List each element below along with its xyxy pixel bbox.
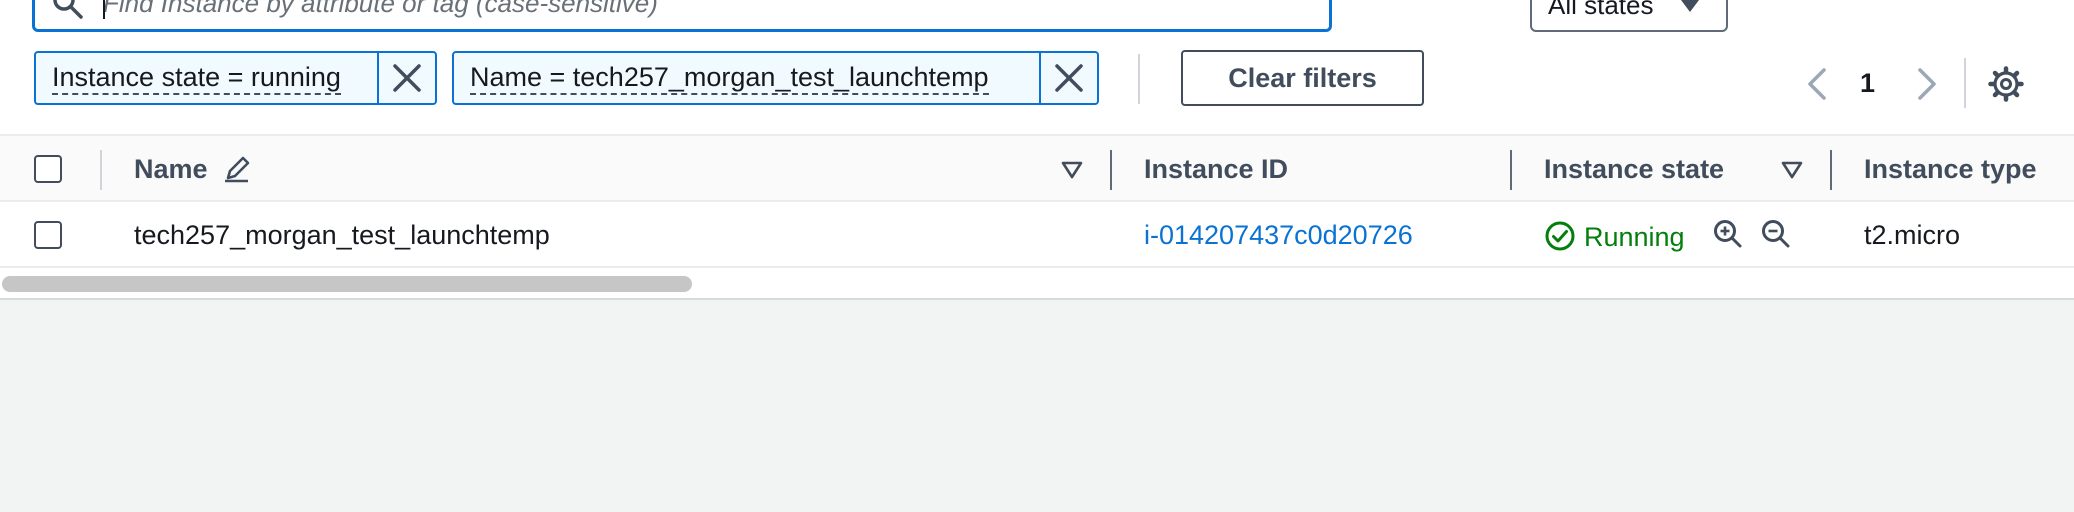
instance-name: tech257_morgan_test_launchtemp: [134, 220, 550, 250]
horizontal-scrollbar[interactable]: [0, 274, 2074, 294]
remove-filter-button[interactable]: [1039, 53, 1097, 103]
search-bar[interactable]: [32, 0, 1332, 32]
zoom-in-icon[interactable]: [1712, 218, 1744, 250]
column-separator[interactable]: [1830, 150, 1832, 190]
zoom-out-icon[interactable]: [1760, 218, 1792, 250]
sort-caret-icon[interactable]: [1060, 160, 1084, 180]
remove-filter-button[interactable]: [377, 53, 435, 103]
select-all-checkbox[interactable]: [34, 155, 62, 183]
column-separator[interactable]: [1110, 150, 1112, 190]
chevron-right-icon[interactable]: [1910, 64, 1944, 104]
instance-state-select[interactable]: All states: [1530, 0, 1728, 32]
table-row[interactable]: tech257_morgan_test_launchtemp i-0142074…: [0, 202, 2074, 268]
instance-state-status: Running: [1584, 222, 1685, 252]
chevron-left-icon[interactable]: [1800, 64, 1834, 104]
text-cursor: [103, 0, 105, 19]
filter-token-label[interactable]: Name = tech257_morgan_test_launchtemp: [454, 53, 1039, 103]
instance-state-select-value: All states: [1548, 0, 1654, 20]
filter-token-name: Name = tech257_morgan_test_launchtemp: [452, 51, 1099, 105]
pencil-icon: [225, 156, 250, 183]
sort-caret-icon[interactable]: [1780, 160, 1804, 180]
row-checkbox[interactable]: [34, 221, 62, 249]
table-header: Name Instance ID Instance state Instance…: [0, 134, 2074, 202]
page-number[interactable]: 1: [1860, 68, 1875, 99]
column-separator[interactable]: [1510, 150, 1512, 190]
clear-filters-button[interactable]: Clear filters: [1181, 50, 1424, 106]
scrollbar-thumb[interactable]: [2, 276, 692, 292]
pagination-divider: [1964, 58, 1966, 108]
gear-icon[interactable]: [1988, 66, 2024, 102]
caret-down-icon: [1681, 0, 1699, 12]
filter-token-label[interactable]: Instance state = running: [36, 53, 377, 103]
instance-type: t2.micro: [1864, 220, 1961, 250]
filter-token-instance-state: Instance state = running: [34, 51, 437, 105]
search-input[interactable]: [101, 0, 1301, 23]
column-header-instance-state[interactable]: Instance state: [1544, 154, 1724, 185]
check-circle-icon: [1545, 221, 1575, 251]
column-separator: [100, 150, 102, 190]
search-icon: [53, 0, 83, 19]
close-icon: [1055, 64, 1083, 92]
column-header-name[interactable]: Name: [134, 154, 208, 185]
column-header-instance-type[interactable]: Instance type: [1864, 154, 2037, 185]
instances-panel: All states Instance state = running Name…: [0, 0, 2074, 300]
close-icon: [393, 64, 421, 92]
column-header-instance-id[interactable]: Instance ID: [1144, 154, 1288, 185]
instance-id-link[interactable]: i-014207437c0d20726: [1144, 220, 1413, 251]
toolbar-divider: [1138, 54, 1140, 104]
